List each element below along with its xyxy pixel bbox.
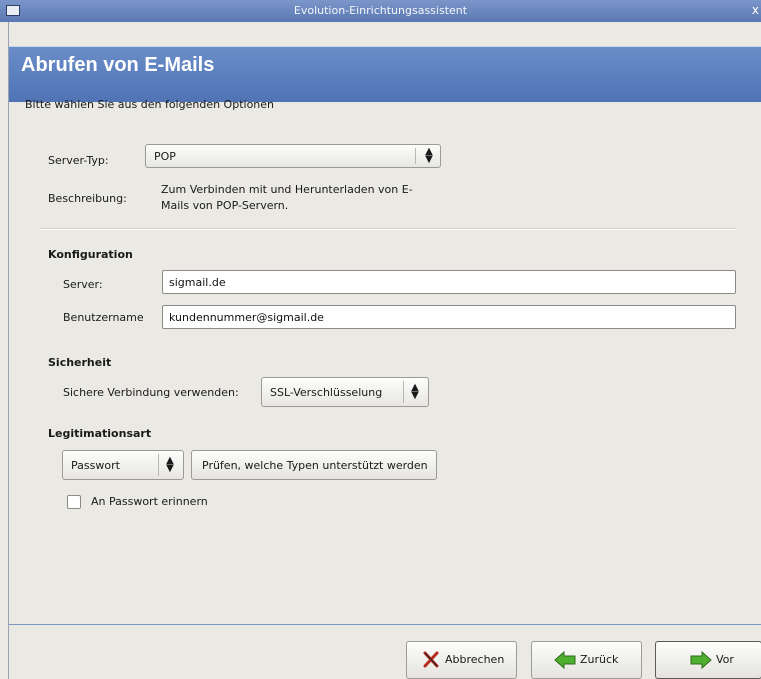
page-title: Abrufen von E-Mails [21, 54, 215, 76]
wizard-panel: Abrufen von E-Mails Bitte wählen Sie aus… [8, 22, 761, 679]
check-types-label: Prüfen, welche Typen unterstützt werden [202, 459, 428, 472]
server-type-value: POP [154, 150, 176, 163]
back-arrow-icon [554, 651, 576, 669]
auth-type-combo[interactable]: Passwort ▲ ▼ [62, 450, 184, 480]
server-type-label: Server-Typ: [48, 154, 109, 167]
combo-separator [403, 381, 404, 403]
server-type-combo[interactable]: POP ▲ ▼ [145, 144, 441, 168]
server-input[interactable] [163, 271, 735, 293]
username-label: Benutzername [63, 311, 144, 324]
secure-connection-value: SSL-Verschlüsselung [270, 386, 383, 399]
intro-text: Bitte wählen Sie aus den folgenden Optio… [25, 98, 275, 111]
combo-separator [158, 454, 159, 476]
configuration-heading: Konfiguration [48, 248, 133, 261]
cancel-button[interactable]: Abbrechen [406, 641, 517, 679]
username-input[interactable] [163, 306, 735, 328]
updown-arrows-icon: ▲ ▼ [425, 146, 433, 165]
combo-separator [415, 148, 416, 164]
back-button[interactable]: Zurück [531, 641, 642, 679]
security-heading: Sicherheit [48, 356, 112, 369]
remember-password-checkbox[interactable] [67, 495, 81, 509]
remember-password-label[interactable]: An Passwort erinnern [91, 495, 208, 508]
window-titlebar[interactable]: Evolution-Einrichtungsassistent x [0, 0, 761, 22]
updown-arrows-icon: ▲ ▼ [166, 455, 174, 474]
description-text: Zum Verbinden mit und Herunterladen von … [161, 183, 413, 212]
footer-divider [9, 624, 761, 625]
forward-button[interactable]: Vor [655, 641, 761, 679]
window-title: Evolution-Einrichtungsassistent [293, 4, 468, 17]
server-label: Server: [63, 278, 103, 291]
back-label: Zurück [580, 653, 619, 666]
description-label: Beschreibung: [48, 192, 127, 205]
forward-arrow-icon [690, 651, 712, 669]
server-field[interactable] [162, 270, 736, 294]
updown-arrows-icon: ▲ ▼ [411, 382, 419, 401]
auth-type-value: Passwort [71, 459, 120, 472]
forward-label: Vor [716, 653, 734, 666]
secure-connection-label: Sichere Verbindung verwenden: [63, 386, 239, 399]
secure-connection-combo[interactable]: SSL-Verschlüsselung ▲ ▼ [261, 377, 429, 407]
cancel-x-icon [423, 651, 439, 668]
username-field[interactable] [162, 305, 736, 329]
check-types-button[interactable]: Prüfen, welche Typen unterstützt werden [191, 450, 437, 480]
close-icon[interactable]: x [752, 3, 759, 17]
section-divider [39, 228, 737, 229]
page-header: Abrufen von E-Mails [9, 46, 761, 102]
cancel-label: Abbrechen [445, 653, 505, 666]
auth-heading: Legitimationsart [48, 427, 152, 440]
